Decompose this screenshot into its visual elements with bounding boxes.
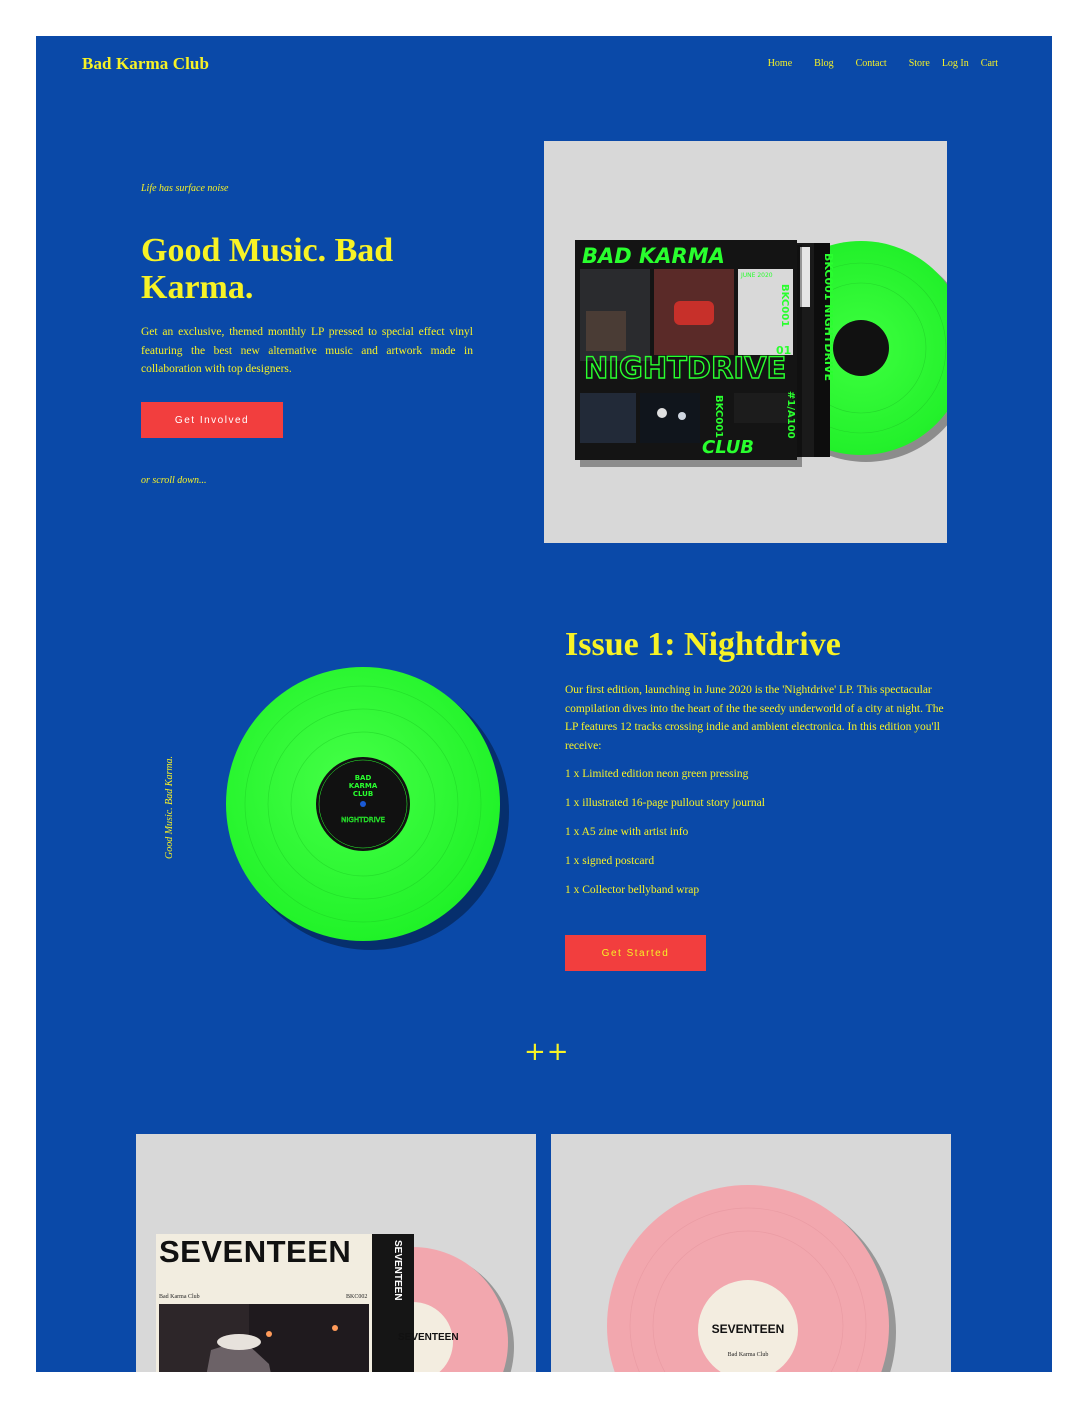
nav-store[interactable]: Store: [909, 58, 930, 69]
issue-title: Issue 1: Nightdrive: [565, 626, 841, 663]
get-involved-button[interactable]: Get Involved: [141, 402, 283, 438]
get-started-button[interactable]: Get Started: [565, 935, 706, 971]
main-nav: Home Blog Contact Store Log In Cart: [768, 58, 998, 69]
nav-contact[interactable]: Contact: [856, 58, 887, 69]
list-item: 1 x Collector bellyband wrap: [565, 884, 700, 896]
disc-label-title: SEVENTEEN: [712, 1322, 785, 1336]
nav-blog[interactable]: Blog: [814, 58, 833, 69]
hero-title: Good Music. Bad Karma.: [141, 232, 394, 306]
svg-text:KARMA: KARMA: [349, 782, 378, 790]
pink-vinyl-record: SEVENTEEN Bad Karma Club: [607, 1185, 896, 1372]
cover-brand: Bad Karma Club: [159, 1294, 200, 1300]
cover-code: BKC002: [346, 1294, 368, 1300]
list-item: 1 x Limited edition neon green pressing: [565, 768, 749, 780]
cover-title: NIGHTDRIVE: [584, 351, 786, 385]
disc-label-title: SEVENTEEN: [398, 1332, 459, 1343]
svg-text:BAD: BAD: [355, 774, 372, 782]
svg-text:BKC001 NIGHTDRIVE: BKC001 NIGHTDRIVE: [822, 253, 835, 381]
seventeen-lp-image: SEVENTEEN Bad Karma Club BKC002 SEVENTEE…: [136, 1134, 536, 1372]
svg-text:BKC001: BKC001: [779, 284, 790, 327]
cover-title: SEVENTEEN: [159, 1234, 352, 1269]
brand-logo[interactable]: Bad Karma Club: [82, 54, 209, 74]
nav-cart[interactable]: Cart: [981, 58, 998, 69]
svg-text:CLUB: CLUB: [353, 790, 373, 798]
nightdrive-lp-artwork: BKC001 NIGHTDRIVE BAD KARMA JUNE 2020 BK…: [575, 240, 947, 467]
vertical-tagline: Good Music. Bad Karma.: [164, 755, 175, 859]
scroll-hint: or scroll down...: [141, 475, 207, 486]
list-item: 1 x signed postcard: [565, 855, 655, 867]
disc-label-brand: Bad Karma Club: [728, 1352, 769, 1358]
svg-text:01: 01: [776, 344, 791, 357]
cover-bottom-text: CLUB: [702, 437, 754, 458]
list-item: 1 x illustrated 16-page pullout story jo…: [565, 797, 765, 809]
nav-home[interactable]: Home: [768, 58, 792, 69]
svg-text:BKC001: BKC001: [713, 395, 724, 438]
green-vinyl-record: BAD KARMA CLUB NIGHTDRIVE: [226, 667, 509, 950]
pink-vinyl-image: SEVENTEEN Bad Karma Club: [551, 1134, 951, 1372]
hero-tagline: Life has surface noise: [141, 183, 229, 194]
seventeen-spine: SEVENTEEN: [372, 1234, 414, 1372]
issue-contents-list: 1 x Limited edition neon green pressing …: [565, 765, 765, 910]
svg-text:JUNE 2020: JUNE 2020: [740, 272, 773, 279]
section-separator: ++: [524, 1037, 570, 1067]
cover-photo: [159, 1304, 369, 1372]
nav-log-in[interactable]: Log In: [942, 58, 969, 69]
svg-text:NIGHTDRIVE: NIGHTDRIVE: [341, 816, 385, 824]
seventeen-cover: SEVENTEEN Bad Karma Club BKC002: [156, 1234, 372, 1372]
hero-description: Get an exclusive, themed monthly LP pres…: [141, 326, 473, 375]
cover-top-text: BAD KARMA: [582, 244, 725, 268]
page: Bad Karma Club Home Blog Contact Store L…: [36, 36, 1052, 1372]
list-item: 1 x A5 zine with artist info: [565, 826, 689, 838]
spine-title: SEVENTEEN: [392, 1240, 403, 1301]
hero-product-image: BKC001 NIGHTDRIVE BAD KARMA JUNE 2020 BK…: [544, 141, 947, 543]
issue-description: Our first edition, launching in June 202…: [565, 684, 944, 752]
svg-text:#1/A100: #1/A100: [785, 391, 796, 439]
